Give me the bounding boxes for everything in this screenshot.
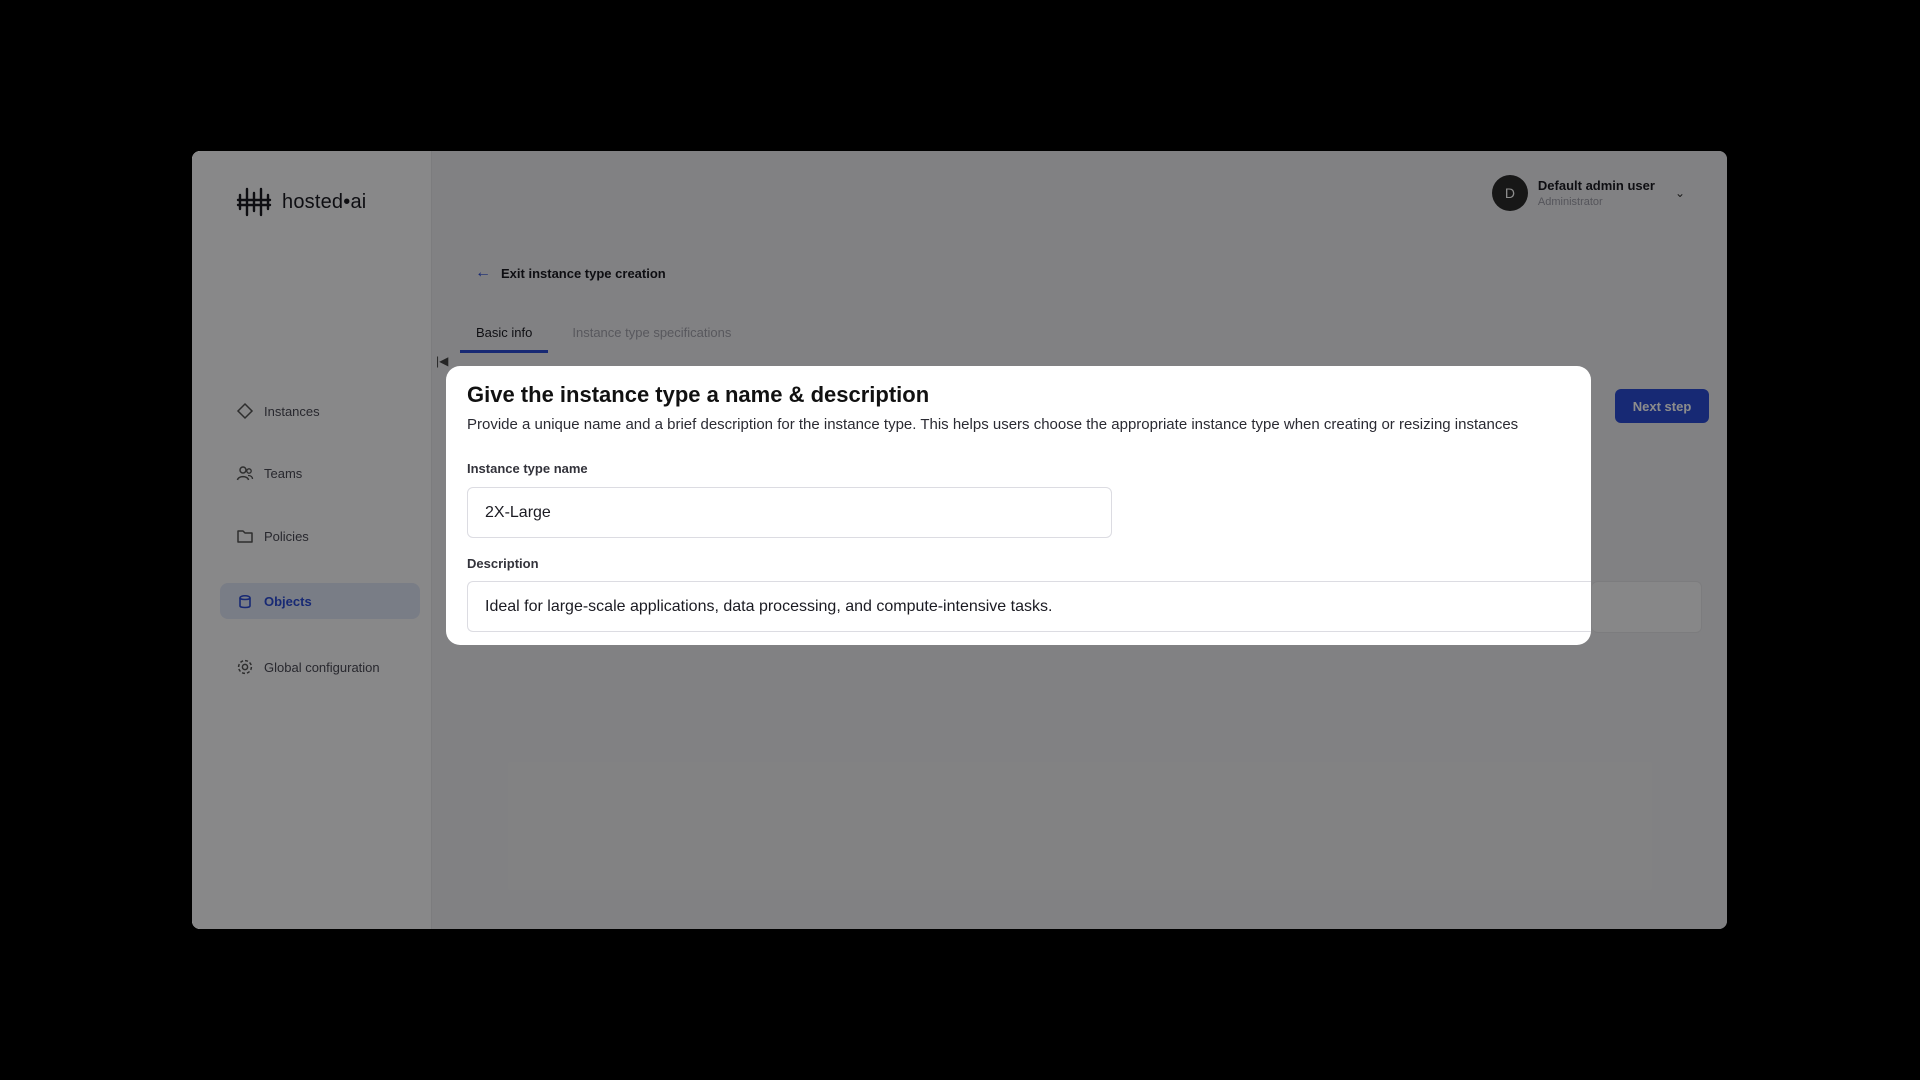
instance-type-name-input[interactable] — [467, 487, 1112, 538]
modal-title: Give the instance type a name & descript… — [467, 382, 930, 407]
description-input[interactable] — [467, 581, 1591, 632]
description-label: Description — [467, 556, 539, 571]
instance-type-name-label: Instance type name — [467, 461, 588, 476]
modal-subtitle: Provide a unique name and a brief descri… — [467, 416, 1519, 433]
name-description-modal: Give the instance type a name & descript… — [446, 366, 1591, 645]
